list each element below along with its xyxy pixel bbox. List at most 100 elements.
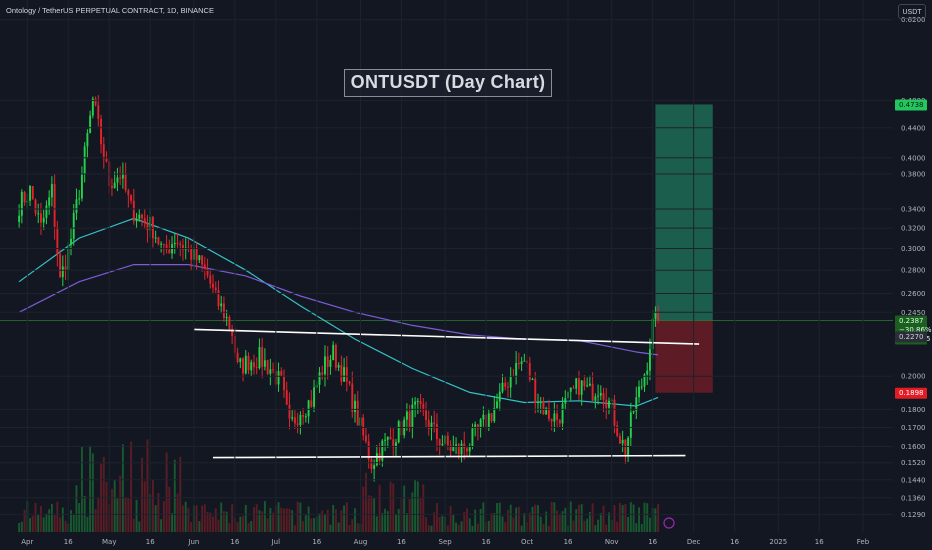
- candle-body: [217, 290, 220, 307]
- candle-body: [277, 371, 280, 385]
- candle-body: [621, 439, 624, 444]
- volume-bar: [635, 523, 638, 532]
- candle-body: [564, 398, 567, 404]
- candle-body: [329, 359, 332, 367]
- volume-bar: [329, 524, 332, 532]
- candle-body: [375, 453, 378, 466]
- volume-bar: [299, 502, 302, 532]
- volume-bar: [321, 510, 324, 532]
- volume-bar: [141, 457, 143, 532]
- volume-bar: [597, 519, 600, 532]
- volume-bar: [367, 495, 370, 532]
- y-tick-label: 0.1600: [901, 443, 926, 451]
- x-tick-label: Jun: [187, 538, 199, 546]
- candle-body: [291, 417, 294, 419]
- candle-body: [537, 402, 539, 404]
- candle-body: [654, 312, 657, 319]
- candle-body: [539, 401, 542, 403]
- candle-body: [83, 146, 86, 174]
- candle-body: [425, 410, 427, 421]
- volume-bar: [201, 505, 204, 532]
- candle-body: [143, 218, 146, 223]
- candle-body: [648, 349, 651, 371]
- volume-bar: [657, 503, 660, 532]
- volume-bar: [498, 502, 501, 532]
- x-tick-label: 16: [64, 538, 73, 546]
- candle-body: [640, 386, 643, 388]
- candle-body: [53, 184, 56, 227]
- candle-body: [97, 105, 100, 119]
- volume-bar: [648, 517, 651, 532]
- y-tick-label: 0.4400: [901, 124, 926, 132]
- candle-body: [460, 443, 463, 455]
- candle-body: [23, 191, 26, 203]
- volume-bar: [217, 519, 220, 532]
- candle-body: [299, 415, 302, 425]
- candle-body: [45, 205, 48, 218]
- candle-body: [354, 400, 356, 412]
- candle-body: [198, 255, 201, 261]
- candle-body: [285, 390, 288, 405]
- target-zone: [655, 104, 713, 321]
- volume-bar: [258, 510, 261, 532]
- candle-body: [517, 362, 520, 365]
- volume-bar: [446, 525, 449, 532]
- candle-body: [419, 400, 422, 405]
- candle-body: [42, 217, 45, 223]
- candle-body: [575, 378, 578, 389]
- volume-bar: [463, 512, 466, 532]
- volume-bar: [457, 524, 460, 532]
- volume-bar: [160, 519, 163, 532]
- volume-bar: [132, 518, 135, 532]
- candle-body: [37, 213, 40, 215]
- candle-body: [501, 382, 504, 392]
- volume-bar: [143, 481, 146, 532]
- volume-bar: [621, 505, 624, 532]
- volume-bar: [504, 522, 507, 532]
- volume-bar: [441, 515, 444, 532]
- volume-bar: [253, 507, 255, 532]
- candle-body: [351, 383, 354, 412]
- volume-bar: [212, 516, 214, 532]
- volume-bar: [632, 504, 635, 532]
- volume-bar: [310, 518, 313, 532]
- volume-bar: [23, 509, 26, 532]
- volume-bar: [244, 504, 247, 532]
- candle-body: [435, 423, 438, 440]
- chart-title: ONTUSDT (Day Chart): [344, 69, 552, 97]
- candle-body: [414, 401, 417, 405]
- candle-body: [457, 444, 460, 455]
- candle-body: [222, 303, 225, 318]
- volume-bar: [263, 501, 266, 532]
- x-tick-label: 16: [648, 538, 657, 546]
- volume-bar: [537, 505, 539, 532]
- volume-bar: [539, 516, 542, 532]
- volume-bar: [356, 523, 359, 532]
- x-tick-label: 16: [312, 538, 321, 546]
- volume-bar: [414, 479, 417, 532]
- volume-bar: [433, 512, 436, 532]
- candle-body: [18, 215, 21, 223]
- candle-body: [531, 379, 534, 381]
- volume-bar: [127, 498, 130, 532]
- volume-bar: [326, 509, 329, 532]
- candle-body: [124, 173, 127, 191]
- x-tick-label: Aug: [354, 538, 368, 546]
- candle-body: [64, 266, 67, 270]
- volume-bar: [324, 514, 326, 532]
- volume-bar: [452, 514, 455, 532]
- x-tick-label: Nov: [605, 538, 619, 546]
- candle-body: [506, 386, 509, 388]
- candle-body: [534, 379, 537, 404]
- x-tick-label: 2025: [769, 538, 787, 546]
- volume-bar: [435, 503, 438, 532]
- candle-body: [646, 370, 649, 375]
- candle-body: [455, 444, 458, 446]
- volume-bar: [91, 453, 94, 532]
- volume-bar: [471, 525, 474, 532]
- volume-bar: [50, 503, 53, 532]
- volume-bar: [405, 513, 408, 532]
- currency-unit-button[interactable]: USDT: [898, 4, 926, 19]
- candle-body: [657, 312, 660, 321]
- candle-body: [433, 422, 436, 424]
